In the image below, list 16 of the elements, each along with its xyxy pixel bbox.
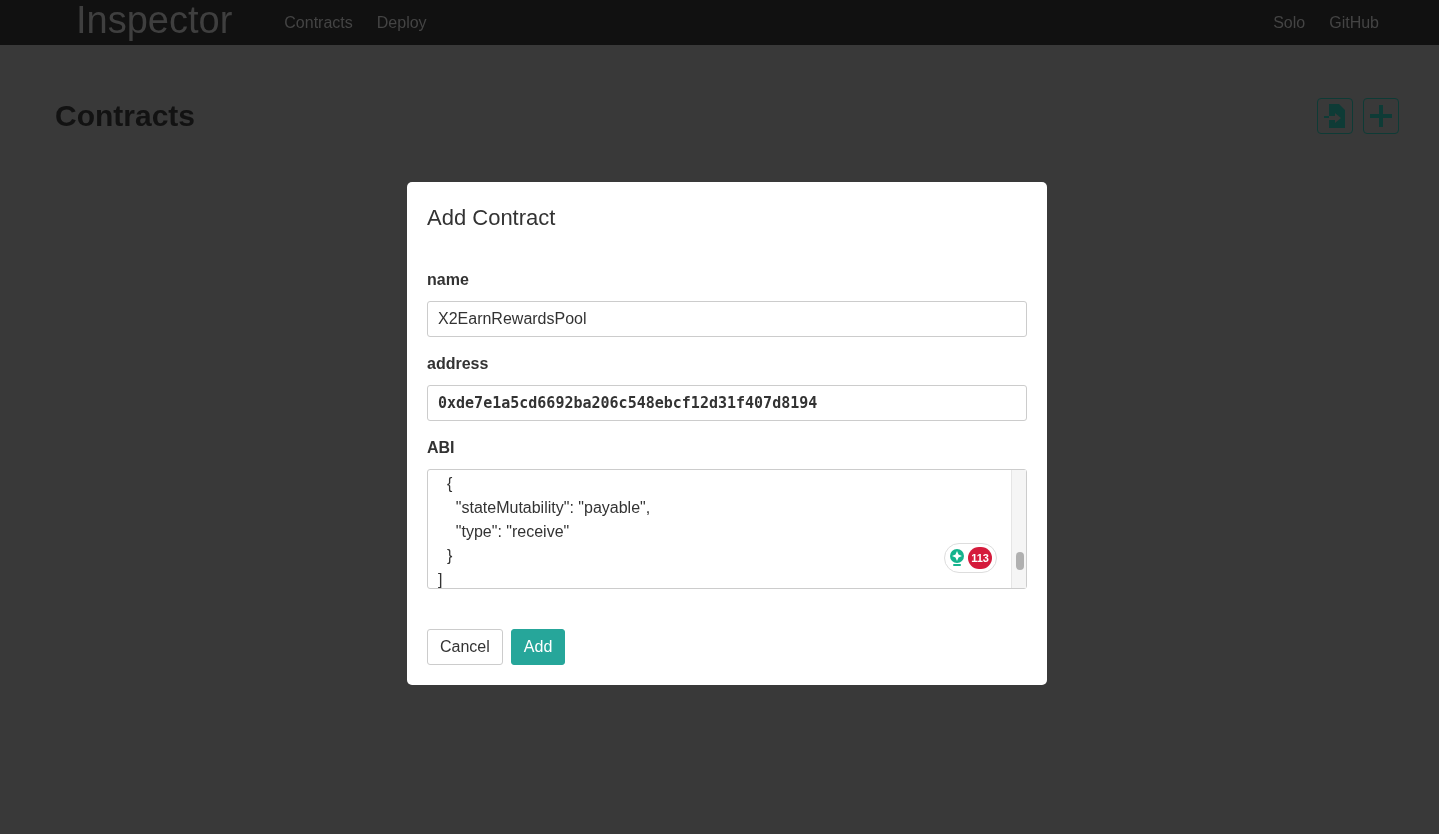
file-import-icon [1323, 102, 1347, 129]
cancel-button[interactable]: Cancel [427, 629, 503, 665]
scrollbar[interactable] [1011, 470, 1026, 588]
field-label: name [427, 270, 470, 290]
grammar-badge[interactable]: 113 [944, 543, 997, 573]
input-field[interactable]: X2EarnRewardsPool [427, 301, 1027, 337]
dialog-title: Add Contract [427, 204, 557, 232]
badge-count: 113 [968, 547, 992, 569]
import-button[interactable] [1317, 97, 1353, 134]
add-button[interactable]: Add [510, 629, 566, 665]
field-label: address [427, 354, 490, 374]
lightbulb-icon [949, 548, 965, 568]
input-field[interactable]: 0xde7e1a5cd6692ba206c548ebcf12d31f407d8194 [427, 385, 1027, 421]
field-label: ABI [427, 438, 456, 458]
plus-icon [1370, 104, 1392, 127]
add-button[interactable] [1363, 97, 1399, 134]
